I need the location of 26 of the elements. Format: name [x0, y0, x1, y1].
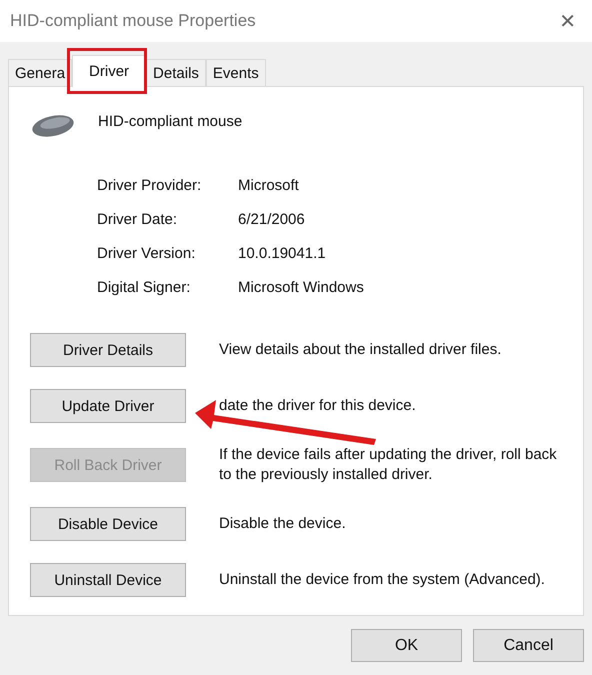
property-label: Driver Provider: [97, 177, 202, 194]
dialog-button[interactable]: Cancel [473, 629, 584, 662]
action-description: Disable the device. [219, 514, 347, 534]
property-label: Driver Version: [97, 245, 196, 262]
action-button[interactable]: Disable Device [30, 507, 186, 541]
tab[interactable]: Driver [72, 55, 146, 87]
action-description: Uninstall the device from the system (Advanced). [219, 570, 546, 590]
action-description: If the device fails after updating the driver, roll back to the previously installed driver. [219, 445, 558, 485]
property-label: Driver Date: [97, 211, 178, 228]
tab[interactable]: Events [206, 59, 266, 86]
tab[interactable]: Genera [8, 59, 72, 86]
property-label: Digital Signer: [97, 279, 192, 296]
property-value: 6/21/2006 [238, 211, 306, 228]
close-button[interactable]: ✕ [555, 9, 580, 33]
device-name: HID-compliant mouse [98, 113, 242, 130]
action-button[interactable]: Update Driver [30, 389, 186, 423]
action-button[interactable]: Uninstall Device [30, 563, 186, 597]
action-description: date the driver for this device. [219, 396, 417, 416]
property-value: 10.0.19041.1 [238, 245, 327, 262]
property-value: Microsoft Windows [238, 279, 365, 296]
action-description: View details about the installed driver files. [219, 340, 502, 360]
property-value: Microsoft [238, 177, 300, 194]
dialog-button[interactable]: OK [351, 629, 462, 662]
window-title: HID-compliant mouse Properties [10, 11, 256, 31]
action-button[interactable]: Driver Details [30, 333, 186, 367]
tab[interactable]: Details [146, 59, 206, 86]
